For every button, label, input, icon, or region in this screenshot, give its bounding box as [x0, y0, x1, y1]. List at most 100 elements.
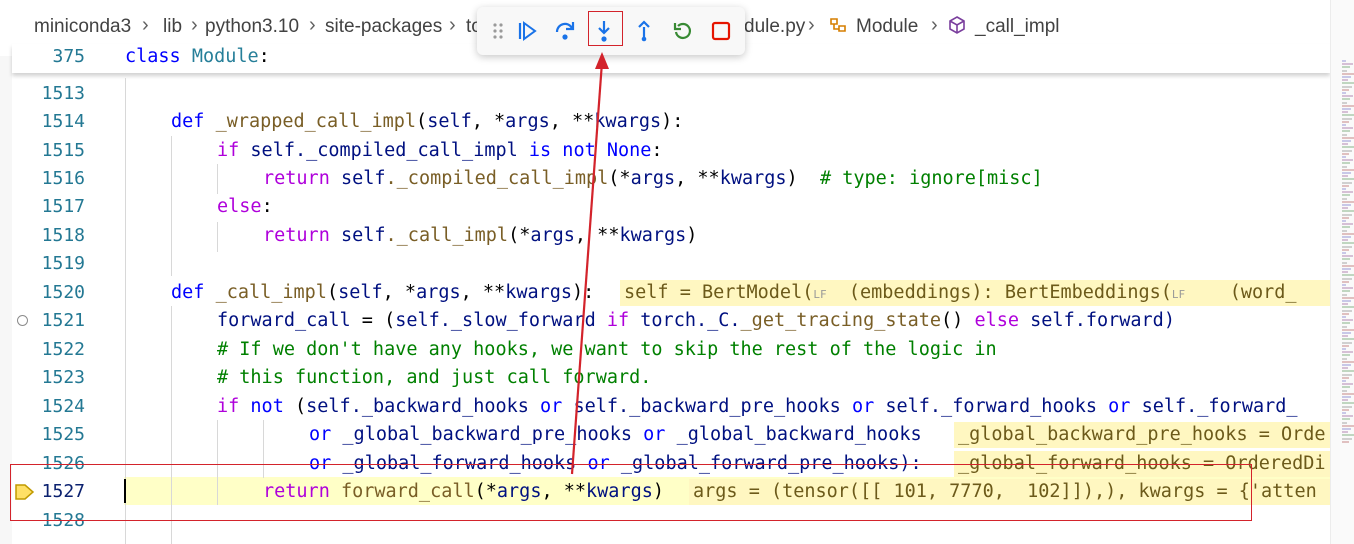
- minimap-line: [1342, 412, 1346, 414]
- minimap-line: [1342, 159, 1353, 162]
- minimap-line: [1342, 242, 1354, 245]
- minimap-line: [1342, 408, 1349, 411]
- minimap-line: [1342, 415, 1353, 418]
- minimap-line: [1342, 290, 1350, 293]
- minimap-line: [1342, 367, 1348, 370]
- minimap-line: [1342, 210, 1354, 213]
- minimap-line: [1342, 76, 1351, 78]
- minimap-line: [1342, 300, 1351, 302]
- minimap-line: [1342, 204, 1351, 206]
- minimap-line: [1342, 309, 1352, 312]
- minimap-line: [1342, 277, 1352, 280]
- minimap-line: [1342, 152, 1349, 155]
- minimap-line: [1342, 216, 1349, 219]
- minimap-line: [1342, 255, 1353, 258]
- minimap-line: [1342, 108, 1351, 110]
- minimap-line: [1342, 328, 1354, 331]
- minimap-line: [1342, 181, 1352, 184]
- minimap-line: [1342, 239, 1348, 242]
- minimap-line: [1342, 402, 1354, 405]
- minimap-line: [1342, 149, 1352, 152]
- minimap-line: [1342, 88, 1349, 91]
- minimap-line: [1342, 274, 1354, 277]
- minimap-line: [1342, 373, 1352, 376]
- minimap-line: [1342, 184, 1349, 187]
- minimap-line: [1342, 229, 1347, 232]
- minimap-line: [1342, 82, 1354, 85]
- minimap-line: [1342, 319, 1353, 322]
- minimap-line: [1342, 98, 1350, 101]
- minimap-line: [1342, 165, 1347, 168]
- minimap-line: [1342, 383, 1353, 386]
- minimap-line: [1342, 69, 1347, 72]
- minimap-line: [1342, 248, 1349, 251]
- minimap-line: [1342, 178, 1354, 181]
- minimap-line: [1342, 162, 1350, 165]
- minimap-line: [1342, 197, 1347, 200]
- minimap-line: [1342, 380, 1346, 382]
- minimap-line: [1342, 104, 1354, 107]
- minimap-line: [1342, 264, 1354, 267]
- minimap-line: [1342, 268, 1351, 270]
- minimap-line: [1342, 271, 1348, 274]
- minimap-line: [1342, 175, 1348, 178]
- minimap-line: [1342, 213, 1352, 216]
- minimap-line: [1342, 117, 1352, 120]
- minimap-line: [1342, 357, 1347, 360]
- minimap-line: [1342, 101, 1347, 104]
- minimap-line: [1342, 143, 1348, 146]
- minimap-line: [1342, 120, 1349, 123]
- minimap-line: [1342, 440, 1349, 443]
- minimap-line: [1342, 370, 1354, 373]
- minimap-line: [1342, 296, 1354, 299]
- minimap-line: [1342, 194, 1350, 197]
- minimap-line: [1342, 360, 1354, 363]
- minimap-line: [1342, 127, 1353, 130]
- minimap-line: [1342, 92, 1346, 94]
- minimap-line: [1342, 354, 1350, 357]
- minimap-line: [1342, 399, 1348, 402]
- minimap-line: [1342, 191, 1353, 194]
- minimap-line: [1342, 306, 1354, 309]
- minimap-line: [1342, 156, 1346, 158]
- minimap-line: [1342, 133, 1347, 136]
- minimap-line: [1342, 95, 1353, 98]
- minimap-line: [1342, 168, 1354, 171]
- minimap-line: [1342, 348, 1346, 350]
- minimap-line: [1342, 338, 1354, 341]
- minimap-line: [1342, 344, 1349, 347]
- minimap-line: [1342, 130, 1350, 133]
- minimap-line: [1342, 258, 1350, 261]
- minimap-line: [1342, 261, 1347, 264]
- minimap-line: [1342, 376, 1349, 379]
- minimap-line: [1342, 146, 1354, 149]
- annotation-arrow: [570, 52, 609, 475]
- minimap-line: [1342, 312, 1349, 315]
- minimap-line: [1342, 63, 1353, 66]
- minimap-line: [1342, 220, 1346, 222]
- minimap-line: [1342, 226, 1350, 229]
- minimap-line: [1342, 293, 1347, 296]
- minimap-line: [1342, 188, 1346, 190]
- minimap-line: [1342, 140, 1351, 142]
- minimap-line: [1342, 252, 1346, 254]
- minimap-line: [1342, 60, 1346, 62]
- minimap-line: [1342, 322, 1350, 325]
- minimap-line: [1342, 364, 1351, 366]
- minimap-line: [1342, 287, 1353, 290]
- minimap-line: [1342, 428, 1351, 430]
- minimap-line: [1342, 424, 1354, 427]
- minimap-line: [1342, 392, 1354, 395]
- minimap-line: [1342, 72, 1354, 75]
- minimap-line: [1342, 341, 1352, 344]
- minimap-line: [1342, 418, 1350, 421]
- minimap-line: [1342, 136, 1354, 139]
- minimap-line: [1342, 111, 1348, 114]
- minimap-line: [1342, 396, 1351, 398]
- minimap-line: [1342, 114, 1354, 117]
- minimap-line: [1342, 437, 1352, 440]
- minimap-line: [1342, 207, 1348, 210]
- minimap-line: [1342, 389, 1347, 392]
- minimap-line: [1342, 223, 1353, 226]
- minimap-line: [1342, 335, 1348, 338]
